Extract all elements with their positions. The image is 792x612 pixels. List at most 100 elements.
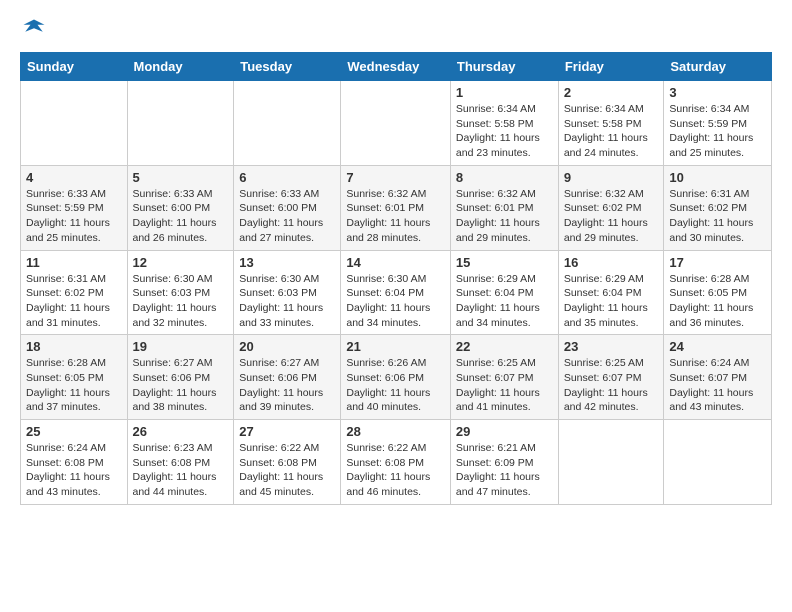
day-number: 3 xyxy=(669,85,766,100)
day-info: Sunrise: 6:34 AMSunset: 5:58 PMDaylight:… xyxy=(564,102,659,161)
day-number: 19 xyxy=(133,339,229,354)
day-info: Sunrise: 6:31 AMSunset: 6:02 PMDaylight:… xyxy=(669,187,766,246)
day-number: 7 xyxy=(346,170,445,185)
day-number: 10 xyxy=(669,170,766,185)
day-number: 23 xyxy=(564,339,659,354)
calendar-cell xyxy=(234,81,341,166)
calendar-cell xyxy=(21,81,128,166)
day-info: Sunrise: 6:29 AMSunset: 6:04 PMDaylight:… xyxy=(456,272,553,331)
logo-bird-icon xyxy=(20,16,48,44)
day-number: 24 xyxy=(669,339,766,354)
page-header xyxy=(20,16,772,44)
calendar-cell: 6Sunrise: 6:33 AMSunset: 6:00 PMDaylight… xyxy=(234,165,341,250)
day-number: 6 xyxy=(239,170,335,185)
calendar-cell: 25 Sunrise: 6:24 AMSunset: 6:08 PMDayligh… xyxy=(21,420,128,505)
day-info: Sunrise: 6:26 AMSunset: 6:06 PMDaylight:… xyxy=(346,356,445,415)
day-number: 16 xyxy=(564,255,659,270)
calendar-cell: 12 Sunrise: 6:30 AMSunset: 6:03 PMDayligh… xyxy=(127,250,234,335)
calendar-cell: 7 Sunrise: 6:32 AMSunset: 6:01 PMDaylight… xyxy=(341,165,451,250)
day-info: Sunrise: 6:30 AMSunset: 6:03 PMDaylight:… xyxy=(133,272,229,331)
weekday-header-wednesday: Wednesday xyxy=(341,53,451,81)
calendar-cell: 14 Sunrise: 6:30 AMSunset: 6:04 PMDayligh… xyxy=(341,250,451,335)
calendar-cell: 23 Sunrise: 6:25 AMSunset: 6:07 PMDayligh… xyxy=(558,335,664,420)
day-number: 25 xyxy=(26,424,122,439)
calendar-cell: 1Sunrise: 6:34 AMSunset: 5:58 PMDaylight… xyxy=(450,81,558,166)
weekday-header-friday: Friday xyxy=(558,53,664,81)
day-info: Sunrise: 6:23 AMSunset: 6:08 PMDaylight:… xyxy=(133,441,229,500)
calendar-week-4: 18 Sunrise: 6:28 AMSunset: 6:05 PMDayligh… xyxy=(21,335,772,420)
logo xyxy=(20,16,52,44)
day-info: Sunrise: 6:31 AMSunset: 6:02 PMDaylight:… xyxy=(26,272,122,331)
calendar-cell: 21 Sunrise: 6:26 AMSunset: 6:06 PMDayligh… xyxy=(341,335,451,420)
calendar-cell: 27 Sunrise: 6:22 AMSunset: 6:08 PMDayligh… xyxy=(234,420,341,505)
day-number: 14 xyxy=(346,255,445,270)
calendar-cell: 10 Sunrise: 6:31 AMSunset: 6:02 PMDayligh… xyxy=(664,165,772,250)
day-number: 18 xyxy=(26,339,122,354)
day-info: Sunrise: 6:22 AMSunset: 6:08 PMDaylight:… xyxy=(239,441,335,500)
weekday-header-saturday: Saturday xyxy=(664,53,772,81)
day-number: 11 xyxy=(26,255,122,270)
calendar-cell xyxy=(341,81,451,166)
day-info: Sunrise: 6:28 AMSunset: 6:05 PMDaylight:… xyxy=(669,272,766,331)
calendar-cell: 16 Sunrise: 6:29 AMSunset: 6:04 PMDayligh… xyxy=(558,250,664,335)
day-info: Sunrise: 6:34 AMSunset: 5:59 PMDaylight:… xyxy=(669,102,766,161)
calendar-cell: 11 Sunrise: 6:31 AMSunset: 6:02 PMDayligh… xyxy=(21,250,128,335)
day-number: 26 xyxy=(133,424,229,439)
calendar-cell: 9Sunrise: 6:32 AMSunset: 6:02 PMDaylight… xyxy=(558,165,664,250)
day-number: 17 xyxy=(669,255,766,270)
day-number: 13 xyxy=(239,255,335,270)
weekday-header-monday: Monday xyxy=(127,53,234,81)
calendar-cell xyxy=(558,420,664,505)
calendar-cell: 20 Sunrise: 6:27 AMSunset: 6:06 PMDayligh… xyxy=(234,335,341,420)
calendar-cell: 5 Sunrise: 6:33 AMSunset: 6:00 PMDaylight… xyxy=(127,165,234,250)
calendar-week-2: 4 Sunrise: 6:33 AMSunset: 5:59 PMDaylight… xyxy=(21,165,772,250)
calendar-cell: 2 Sunrise: 6:34 AMSunset: 5:58 PMDaylight… xyxy=(558,81,664,166)
day-info: Sunrise: 6:34 AMSunset: 5:58 PMDaylight:… xyxy=(456,102,553,161)
calendar-cell: 19 Sunrise: 6:27 AMSunset: 6:06 PMDayligh… xyxy=(127,335,234,420)
day-number: 28 xyxy=(346,424,445,439)
calendar-header-row: SundayMondayTuesdayWednesdayThursdayFrid… xyxy=(21,53,772,81)
day-info: Sunrise: 6:28 AMSunset: 6:05 PMDaylight:… xyxy=(26,356,122,415)
calendar-cell: 13Sunrise: 6:30 AMSunset: 6:03 PMDayligh… xyxy=(234,250,341,335)
day-info: Sunrise: 6:21 AMSunset: 6:09 PMDaylight:… xyxy=(456,441,553,500)
day-number: 12 xyxy=(133,255,229,270)
calendar-week-3: 11 Sunrise: 6:31 AMSunset: 6:02 PMDayligh… xyxy=(21,250,772,335)
weekday-header-thursday: Thursday xyxy=(450,53,558,81)
day-info: Sunrise: 6:25 AMSunset: 6:07 PMDaylight:… xyxy=(564,356,659,415)
calendar-cell: 4 Sunrise: 6:33 AMSunset: 5:59 PMDaylight… xyxy=(21,165,128,250)
day-info: Sunrise: 6:32 AMSunset: 6:02 PMDaylight:… xyxy=(564,187,659,246)
calendar-cell: 17 Sunrise: 6:28 AMSunset: 6:05 PMDayligh… xyxy=(664,250,772,335)
weekday-header-sunday: Sunday xyxy=(21,53,128,81)
calendar-cell: 24 Sunrise: 6:24 AMSunset: 6:07 PMDayligh… xyxy=(664,335,772,420)
day-number: 29 xyxy=(456,424,553,439)
day-number: 20 xyxy=(239,339,335,354)
day-info: Sunrise: 6:27 AMSunset: 6:06 PMDaylight:… xyxy=(239,356,335,415)
day-info: Sunrise: 6:32 AMSunset: 6:01 PMDaylight:… xyxy=(456,187,553,246)
day-number: 8 xyxy=(456,170,553,185)
day-info: Sunrise: 6:33 AMSunset: 5:59 PMDaylight:… xyxy=(26,187,122,246)
calendar-cell: 26 Sunrise: 6:23 AMSunset: 6:08 PMDayligh… xyxy=(127,420,234,505)
calendar-cell: 8 Sunrise: 6:32 AMSunset: 6:01 PMDaylight… xyxy=(450,165,558,250)
calendar-week-1: 1Sunrise: 6:34 AMSunset: 5:58 PMDaylight… xyxy=(21,81,772,166)
calendar-cell: 29 Sunrise: 6:21 AMSunset: 6:09 PMDayligh… xyxy=(450,420,558,505)
calendar-cell: 15 Sunrise: 6:29 AMSunset: 6:04 PMDayligh… xyxy=(450,250,558,335)
day-info: Sunrise: 6:22 AMSunset: 6:08 PMDaylight:… xyxy=(346,441,445,500)
day-number: 5 xyxy=(133,170,229,185)
day-info: Sunrise: 6:29 AMSunset: 6:04 PMDaylight:… xyxy=(564,272,659,331)
day-number: 15 xyxy=(456,255,553,270)
day-info: Sunrise: 6:27 AMSunset: 6:06 PMDaylight:… xyxy=(133,356,229,415)
calendar-cell: 3 Sunrise: 6:34 AMSunset: 5:59 PMDaylight… xyxy=(664,81,772,166)
day-number: 21 xyxy=(346,339,445,354)
day-info: Sunrise: 6:24 AMSunset: 6:07 PMDaylight:… xyxy=(669,356,766,415)
calendar-cell xyxy=(664,420,772,505)
day-info: Sunrise: 6:33 AMSunset: 6:00 PMDaylight:… xyxy=(133,187,229,246)
day-number: 4 xyxy=(26,170,122,185)
day-number: 27 xyxy=(239,424,335,439)
calendar-body: 1Sunrise: 6:34 AMSunset: 5:58 PMDaylight… xyxy=(21,81,772,505)
day-info: Sunrise: 6:24 AMSunset: 6:08 PMDaylight:… xyxy=(26,441,122,500)
calendar-table: SundayMondayTuesdayWednesdayThursdayFrid… xyxy=(20,52,772,505)
day-info: Sunrise: 6:30 AMSunset: 6:04 PMDaylight:… xyxy=(346,272,445,331)
day-number: 2 xyxy=(564,85,659,100)
day-info: Sunrise: 6:32 AMSunset: 6:01 PMDaylight:… xyxy=(346,187,445,246)
calendar-week-5: 25 Sunrise: 6:24 AMSunset: 6:08 PMDayligh… xyxy=(21,420,772,505)
